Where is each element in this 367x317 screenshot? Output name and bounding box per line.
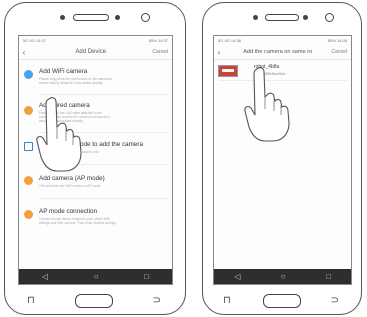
status-left: 5G 4G 14:37 bbox=[23, 38, 46, 43]
cancel-button[interactable]: Cancel bbox=[152, 49, 172, 55]
status-right: 85% 14:37 bbox=[148, 38, 168, 43]
front-camera bbox=[141, 13, 150, 22]
android-nav-bar: ◁ ○ □ bbox=[19, 269, 172, 284]
screen: 5G 4G 14:38 85% 14:38 ‹ Add the camera o… bbox=[213, 35, 352, 285]
front-camera bbox=[325, 13, 334, 22]
phone-right: 5G 4G 14:38 85% 14:38 ‹ Add the camera o… bbox=[202, 2, 362, 315]
option-desc: The next time use WiFi camera in AP mode bbox=[39, 184, 101, 188]
status-right: 85% 14:38 bbox=[327, 38, 347, 43]
option-ap-connection[interactable]: AP mode connection Connect to cam device… bbox=[19, 200, 172, 234]
divider bbox=[218, 80, 347, 81]
title-bar: ‹ Add Device Cancel bbox=[19, 45, 172, 60]
option-desc: account if it was added already bbox=[39, 119, 83, 123]
phone-left: 5G 4G 14:37 85% 14:37 ‹ Add Device Cance… bbox=[4, 2, 186, 315]
camera-name: robot_4b8a bbox=[254, 64, 280, 70]
divider bbox=[39, 94, 168, 95]
nav-back-icon[interactable]: ◁ bbox=[42, 272, 48, 281]
hardware-recent-icon: ⊓ bbox=[27, 295, 35, 306]
sensor-dot bbox=[60, 15, 65, 20]
hardware-recent-icon: ⊓ bbox=[223, 295, 231, 306]
nav-back-icon[interactable]: ◁ bbox=[234, 272, 240, 281]
status-bar: 5G 4G 14:38 85% 14:38 bbox=[214, 36, 351, 45]
home-button bbox=[75, 294, 113, 308]
divider bbox=[39, 164, 168, 165]
option-desc: restore factory default if it was added … bbox=[39, 81, 103, 85]
hotspot-icon bbox=[24, 210, 33, 219]
option-desc: settings and then connect. Then enter ca… bbox=[39, 221, 116, 225]
option-desc: Scan the QR code on camera body to add bbox=[39, 150, 99, 154]
status-bar: 5G 4G 14:37 85% 14:37 bbox=[19, 36, 172, 45]
option-scan-qr[interactable]: Scan the QR code to add the camera Scan … bbox=[19, 134, 172, 162]
status-left: 5G 4G 14:38 bbox=[218, 38, 241, 43]
screen: 5G 4G 14:37 85% 14:37 ‹ Add Device Cance… bbox=[18, 35, 173, 285]
option-title: AP mode connection bbox=[39, 208, 97, 215]
divider bbox=[39, 198, 168, 199]
sensor-dot-2 bbox=[115, 15, 120, 20]
title-bar: ‹ Add the camera on same ro Cancel bbox=[214, 45, 351, 60]
cancel-button[interactable]: Cancel bbox=[331, 49, 351, 55]
nav-home-icon[interactable]: ○ bbox=[281, 272, 286, 281]
found-camera-item[interactable]: robot_4b8a c7f6e6f5bfbec5cb bbox=[214, 61, 351, 79]
back-icon[interactable]: ‹ bbox=[19, 48, 29, 57]
wifi-icon bbox=[24, 70, 33, 79]
hardware-back-icon: ⊃ bbox=[152, 295, 161, 306]
page-title: Add Device bbox=[75, 49, 107, 55]
home-button bbox=[263, 294, 301, 308]
android-nav-bar: ◁ ○ □ bbox=[214, 269, 351, 284]
back-icon[interactable]: ‹ bbox=[214, 48, 224, 57]
option-add-wifi-camera[interactable]: Add WiFi camera Please long press the re… bbox=[19, 62, 172, 92]
qr-scan-icon bbox=[24, 142, 33, 151]
option-add-wired-camera[interactable]: Add wired camera Please plug in the LAN … bbox=[19, 96, 172, 130]
nav-home-icon[interactable]: ○ bbox=[94, 272, 99, 281]
camera-id: c7f6e6f5bfbec5cb bbox=[254, 71, 286, 76]
page-title: Add the camera on same ro bbox=[243, 49, 313, 55]
option-title: Scan the QR code to add the camera bbox=[39, 141, 143, 148]
lan-icon bbox=[24, 106, 33, 115]
nav-recents-icon[interactable]: □ bbox=[326, 272, 331, 281]
speaker-grille bbox=[265, 14, 299, 21]
speaker-grille bbox=[73, 14, 109, 21]
option-title: Add WiFi camera bbox=[39, 68, 88, 75]
nav-recents-icon[interactable]: □ bbox=[144, 272, 149, 281]
option-ap-mode[interactable]: Add camera (AP mode) The next time use W… bbox=[19, 167, 172, 197]
option-title: Add camera (AP mode) bbox=[39, 175, 105, 182]
sensor-dot-2 bbox=[303, 15, 308, 20]
option-title: Add wired camera bbox=[39, 102, 90, 109]
sensor-dot bbox=[253, 15, 258, 20]
camera-thumbnail-icon bbox=[218, 65, 238, 77]
hardware-back-icon: ⊃ bbox=[330, 295, 339, 306]
divider bbox=[39, 132, 168, 133]
ap-mode-icon bbox=[24, 176, 33, 185]
